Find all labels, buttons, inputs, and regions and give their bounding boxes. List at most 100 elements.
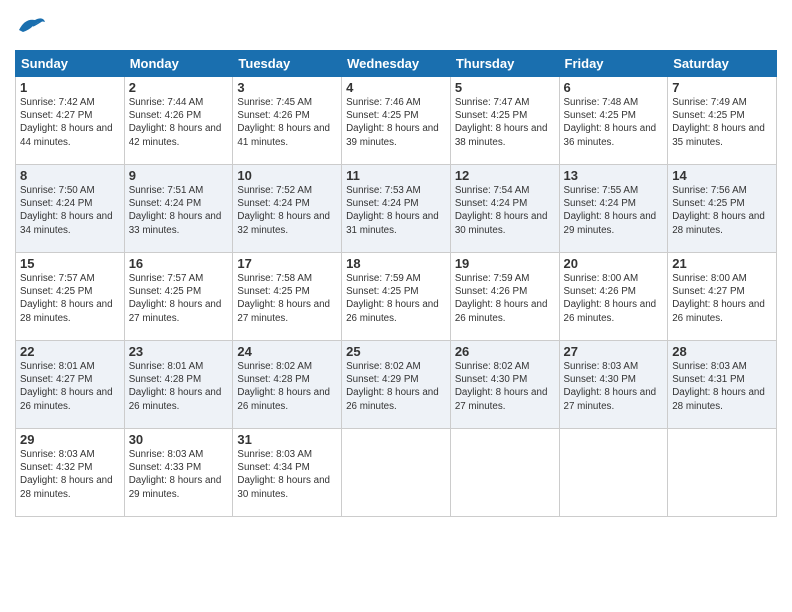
day-info: Sunrise: 8:02 AM Sunset: 4:29 PM Dayligh… — [346, 360, 446, 413]
day-number: 19 — [455, 256, 555, 271]
day-number: 14 — [672, 168, 772, 183]
calendar-cell: 2Sunrise: 7:44 AM Sunset: 4:26 PM Daylig… — [124, 77, 233, 165]
day-info: Sunrise: 7:50 AM Sunset: 4:24 PM Dayligh… — [20, 184, 120, 237]
calendar-cell: 8Sunrise: 7:50 AM Sunset: 4:24 PM Daylig… — [16, 165, 125, 253]
calendar-week-row: 29Sunrise: 8:03 AM Sunset: 4:32 PM Dayli… — [16, 429, 777, 517]
page: SundayMondayTuesdayWednesdayThursdayFrid… — [0, 0, 792, 612]
day-info: Sunrise: 7:55 AM Sunset: 4:24 PM Dayligh… — [564, 184, 664, 237]
day-info: Sunrise: 7:56 AM Sunset: 4:25 PM Dayligh… — [672, 184, 772, 237]
day-number: 11 — [346, 168, 446, 183]
calendar-cell — [450, 429, 559, 517]
calendar-cell: 31Sunrise: 8:03 AM Sunset: 4:34 PM Dayli… — [233, 429, 342, 517]
day-info: Sunrise: 8:00 AM Sunset: 4:26 PM Dayligh… — [564, 272, 664, 325]
calendar-week-row: 22Sunrise: 8:01 AM Sunset: 4:27 PM Dayli… — [16, 341, 777, 429]
day-number: 28 — [672, 344, 772, 359]
day-info: Sunrise: 8:01 AM Sunset: 4:28 PM Dayligh… — [129, 360, 229, 413]
day-number: 21 — [672, 256, 772, 271]
calendar-week-row: 15Sunrise: 7:57 AM Sunset: 4:25 PM Dayli… — [16, 253, 777, 341]
calendar-cell: 11Sunrise: 7:53 AM Sunset: 4:24 PM Dayli… — [342, 165, 451, 253]
calendar-week-row: 8Sunrise: 7:50 AM Sunset: 4:24 PM Daylig… — [16, 165, 777, 253]
calendar-day-header: Tuesday — [233, 51, 342, 77]
day-number: 18 — [346, 256, 446, 271]
day-number: 4 — [346, 80, 446, 95]
day-info: Sunrise: 8:01 AM Sunset: 4:27 PM Dayligh… — [20, 360, 120, 413]
day-info: Sunrise: 8:03 AM Sunset: 4:31 PM Dayligh… — [672, 360, 772, 413]
day-info: Sunrise: 7:54 AM Sunset: 4:24 PM Dayligh… — [455, 184, 555, 237]
calendar-cell: 20Sunrise: 8:00 AM Sunset: 4:26 PM Dayli… — [559, 253, 668, 341]
calendar-day-header: Sunday — [16, 51, 125, 77]
day-info: Sunrise: 7:42 AM Sunset: 4:27 PM Dayligh… — [20, 96, 120, 149]
day-info: Sunrise: 7:59 AM Sunset: 4:25 PM Dayligh… — [346, 272, 446, 325]
day-number: 30 — [129, 432, 229, 447]
calendar-cell: 15Sunrise: 7:57 AM Sunset: 4:25 PM Dayli… — [16, 253, 125, 341]
calendar-cell: 10Sunrise: 7:52 AM Sunset: 4:24 PM Dayli… — [233, 165, 342, 253]
day-number: 16 — [129, 256, 229, 271]
day-info: Sunrise: 8:00 AM Sunset: 4:27 PM Dayligh… — [672, 272, 772, 325]
calendar-day-header: Thursday — [450, 51, 559, 77]
day-number: 24 — [237, 344, 337, 359]
calendar-cell: 27Sunrise: 8:03 AM Sunset: 4:30 PM Dayli… — [559, 341, 668, 429]
calendar-cell: 12Sunrise: 7:54 AM Sunset: 4:24 PM Dayli… — [450, 165, 559, 253]
calendar-day-header: Wednesday — [342, 51, 451, 77]
day-info: Sunrise: 7:48 AM Sunset: 4:25 PM Dayligh… — [564, 96, 664, 149]
calendar-cell: 1Sunrise: 7:42 AM Sunset: 4:27 PM Daylig… — [16, 77, 125, 165]
day-number: 8 — [20, 168, 120, 183]
day-info: Sunrise: 8:03 AM Sunset: 4:32 PM Dayligh… — [20, 448, 120, 501]
day-number: 9 — [129, 168, 229, 183]
calendar-cell: 7Sunrise: 7:49 AM Sunset: 4:25 PM Daylig… — [668, 77, 777, 165]
day-number: 2 — [129, 80, 229, 95]
day-number: 20 — [564, 256, 664, 271]
day-number: 29 — [20, 432, 120, 447]
day-number: 13 — [564, 168, 664, 183]
calendar-cell: 18Sunrise: 7:59 AM Sunset: 4:25 PM Dayli… — [342, 253, 451, 341]
day-number: 22 — [20, 344, 120, 359]
calendar-cell: 30Sunrise: 8:03 AM Sunset: 4:33 PM Dayli… — [124, 429, 233, 517]
day-info: Sunrise: 7:49 AM Sunset: 4:25 PM Dayligh… — [672, 96, 772, 149]
day-info: Sunrise: 7:58 AM Sunset: 4:25 PM Dayligh… — [237, 272, 337, 325]
calendar-cell: 23Sunrise: 8:01 AM Sunset: 4:28 PM Dayli… — [124, 341, 233, 429]
calendar-cell: 13Sunrise: 7:55 AM Sunset: 4:24 PM Dayli… — [559, 165, 668, 253]
day-number: 7 — [672, 80, 772, 95]
calendar-cell: 24Sunrise: 8:02 AM Sunset: 4:28 PM Dayli… — [233, 341, 342, 429]
calendar-day-header: Saturday — [668, 51, 777, 77]
calendar-cell — [559, 429, 668, 517]
day-number: 26 — [455, 344, 555, 359]
day-info: Sunrise: 7:57 AM Sunset: 4:25 PM Dayligh… — [129, 272, 229, 325]
day-info: Sunrise: 8:03 AM Sunset: 4:33 PM Dayligh… — [129, 448, 229, 501]
calendar-cell: 3Sunrise: 7:45 AM Sunset: 4:26 PM Daylig… — [233, 77, 342, 165]
calendar-cell: 28Sunrise: 8:03 AM Sunset: 4:31 PM Dayli… — [668, 341, 777, 429]
calendar-table: SundayMondayTuesdayWednesdayThursdayFrid… — [15, 50, 777, 517]
calendar-cell — [668, 429, 777, 517]
day-number: 23 — [129, 344, 229, 359]
calendar-cell: 14Sunrise: 7:56 AM Sunset: 4:25 PM Dayli… — [668, 165, 777, 253]
day-info: Sunrise: 7:52 AM Sunset: 4:24 PM Dayligh… — [237, 184, 337, 237]
calendar-cell: 16Sunrise: 7:57 AM Sunset: 4:25 PM Dayli… — [124, 253, 233, 341]
calendar-cell: 26Sunrise: 8:02 AM Sunset: 4:30 PM Dayli… — [450, 341, 559, 429]
day-info: Sunrise: 7:59 AM Sunset: 4:26 PM Dayligh… — [455, 272, 555, 325]
logo — [15, 10, 51, 42]
day-info: Sunrise: 8:03 AM Sunset: 4:34 PM Dayligh… — [237, 448, 337, 501]
day-number: 6 — [564, 80, 664, 95]
day-number: 3 — [237, 80, 337, 95]
day-number: 15 — [20, 256, 120, 271]
calendar-cell — [342, 429, 451, 517]
calendar-day-header: Friday — [559, 51, 668, 77]
day-number: 27 — [564, 344, 664, 359]
day-info: Sunrise: 7:47 AM Sunset: 4:25 PM Dayligh… — [455, 96, 555, 149]
day-number: 10 — [237, 168, 337, 183]
header — [15, 10, 777, 42]
calendar-cell: 9Sunrise: 7:51 AM Sunset: 4:24 PM Daylig… — [124, 165, 233, 253]
day-number: 25 — [346, 344, 446, 359]
day-info: Sunrise: 7:46 AM Sunset: 4:25 PM Dayligh… — [346, 96, 446, 149]
day-info: Sunrise: 7:57 AM Sunset: 4:25 PM Dayligh… — [20, 272, 120, 325]
calendar-header-row: SundayMondayTuesdayWednesdayThursdayFrid… — [16, 51, 777, 77]
calendar-cell: 17Sunrise: 7:58 AM Sunset: 4:25 PM Dayli… — [233, 253, 342, 341]
calendar-day-header: Monday — [124, 51, 233, 77]
calendar-week-row: 1Sunrise: 7:42 AM Sunset: 4:27 PM Daylig… — [16, 77, 777, 165]
day-info: Sunrise: 7:45 AM Sunset: 4:26 PM Dayligh… — [237, 96, 337, 149]
day-info: Sunrise: 8:02 AM Sunset: 4:30 PM Dayligh… — [455, 360, 555, 413]
calendar-cell: 29Sunrise: 8:03 AM Sunset: 4:32 PM Dayli… — [16, 429, 125, 517]
calendar-cell: 21Sunrise: 8:00 AM Sunset: 4:27 PM Dayli… — [668, 253, 777, 341]
day-info: Sunrise: 7:53 AM Sunset: 4:24 PM Dayligh… — [346, 184, 446, 237]
calendar-cell: 25Sunrise: 8:02 AM Sunset: 4:29 PM Dayli… — [342, 341, 451, 429]
